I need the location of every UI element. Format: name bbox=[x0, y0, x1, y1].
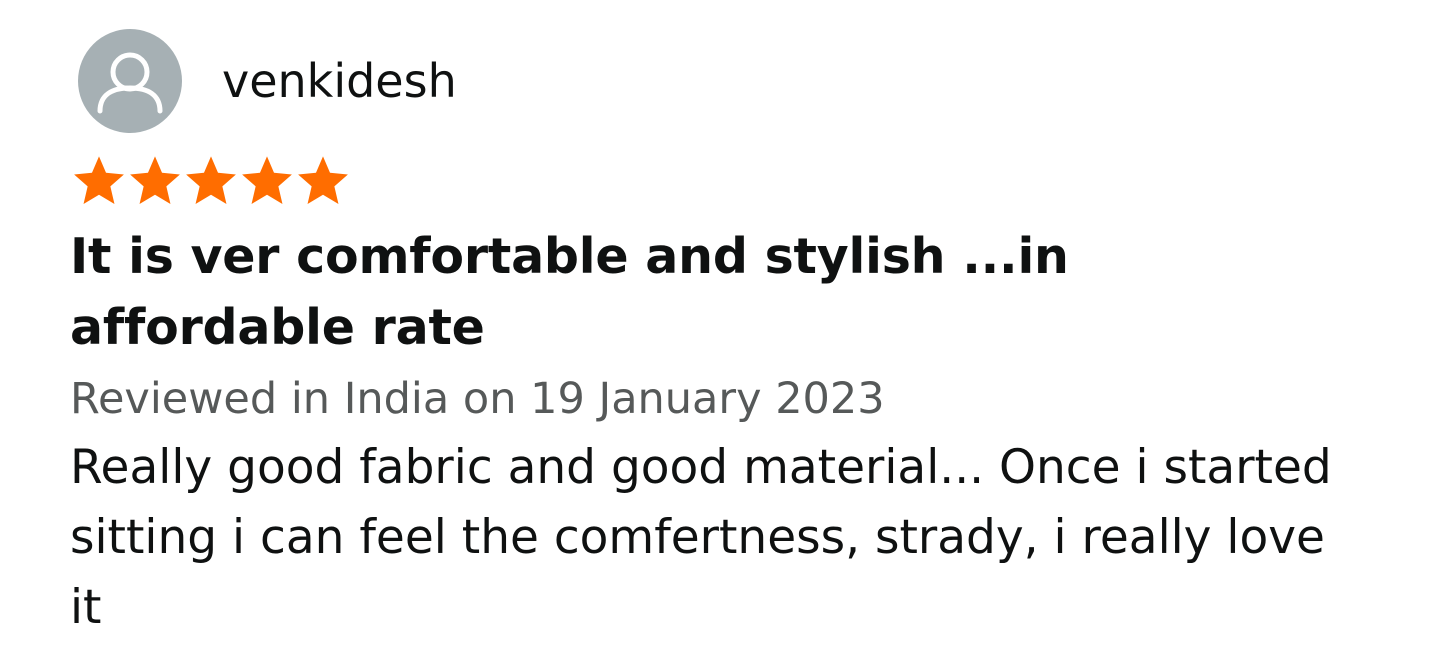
customer-review: venkidesh It is ver comfortable and styl… bbox=[70, 28, 1410, 643]
review-date: Reviewed in India on 19 January 2023 bbox=[70, 374, 885, 424]
default-profile-avatar-icon bbox=[97, 52, 163, 114]
star-filled-icon bbox=[294, 152, 352, 210]
review-title[interactable]: It is ver comfortable and stylish ...in … bbox=[70, 221, 1360, 363]
star-rating[interactable] bbox=[70, 152, 1410, 212]
star-filled-icon bbox=[182, 152, 240, 210]
star-filled-icon bbox=[126, 152, 184, 210]
star-filled-icon bbox=[238, 152, 296, 210]
star-filled-icon bbox=[70, 152, 128, 210]
review-body: Really good fabric and good material... … bbox=[70, 440, 1332, 635]
reviewer-name[interactable]: venkidesh bbox=[222, 53, 457, 109]
avatar[interactable] bbox=[78, 29, 182, 133]
reviewer-profile[interactable]: venkidesh bbox=[78, 28, 1410, 134]
